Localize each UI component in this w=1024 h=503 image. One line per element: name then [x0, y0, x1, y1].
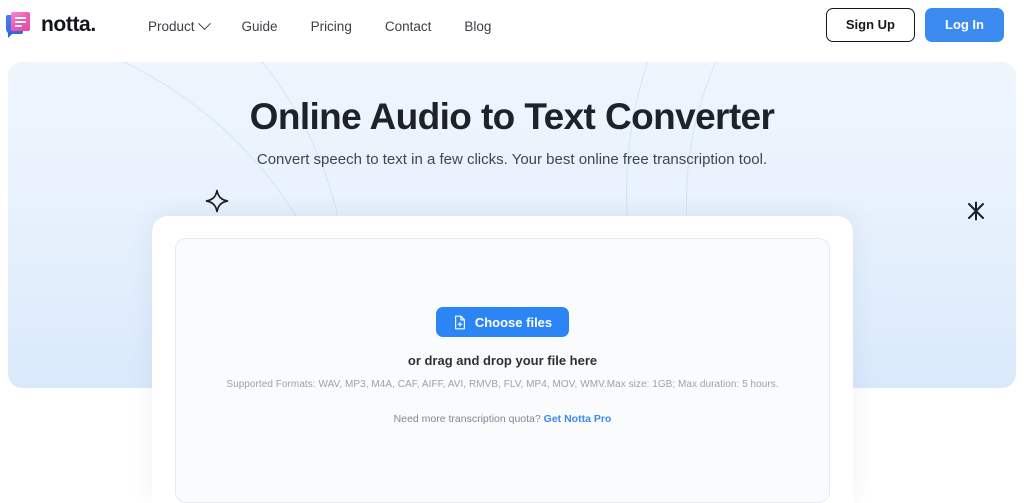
file-dropzone[interactable]: Choose files or drag and drop your file … [175, 238, 830, 503]
nav-item-contact[interactable]: Contact [385, 13, 452, 40]
sparkle-asterisk-icon [964, 199, 988, 223]
dropzone-content: Choose files or drag and drop your file … [176, 307, 829, 425]
nav-item-pricing[interactable]: Pricing [311, 13, 372, 40]
nav-item-guide[interactable]: Guide [242, 13, 298, 40]
choose-files-label: Choose files [474, 314, 553, 330]
chevron-down-icon [197, 16, 211, 30]
nav-item-product[interactable]: Product [148, 13, 229, 40]
auth-buttons: Sign Up Log In [825, 8, 1004, 42]
sign-up-button[interactable]: Sign Up [825, 8, 915, 42]
main-nav: Product Guide Pricing Contact Blog [148, 0, 511, 52]
nav-item-label: Blog [464, 18, 492, 34]
nav-item-label: Pricing [310, 18, 352, 34]
site-header: notta. Product Guide Pricing Contact Blo… [0, 0, 1024, 52]
nav-item-label: Guide [241, 18, 278, 34]
nav-item-label: Contact [384, 18, 432, 34]
nav-item-label: Product [148, 18, 195, 34]
page-title: Online Audio to Text Converter [249, 96, 775, 137]
notta-logo-icon [6, 11, 34, 39]
choose-files-button[interactable]: Choose files [435, 307, 570, 337]
logo-text: notta. [41, 13, 96, 36]
quota-text: Need more transcription quota? [393, 413, 541, 425]
drag-drop-hint: or drag and drop your file here [407, 353, 598, 368]
quota-notice: Need more transcription quota? Get Notta… [176, 413, 829, 425]
file-add-icon [453, 315, 467, 330]
upload-card: Choose files or drag and drop your file … [152, 216, 853, 503]
page-root: notta. Product Guide Pricing Contact Blo… [0, 0, 1024, 503]
logo[interactable]: notta. [6, 11, 96, 39]
get-notta-pro-link[interactable]: Get Notta Pro [544, 413, 612, 425]
sparkle-star-icon [204, 188, 230, 214]
log-in-button[interactable]: Log In [925, 8, 1004, 42]
nav-item-blog[interactable]: Blog [464, 13, 511, 40]
supported-formats-text: Supported Formats: WAV, MP3, M4A, CAF, A… [226, 379, 779, 390]
page-subtitle: Convert speech to text in a few clicks. … [256, 151, 768, 168]
